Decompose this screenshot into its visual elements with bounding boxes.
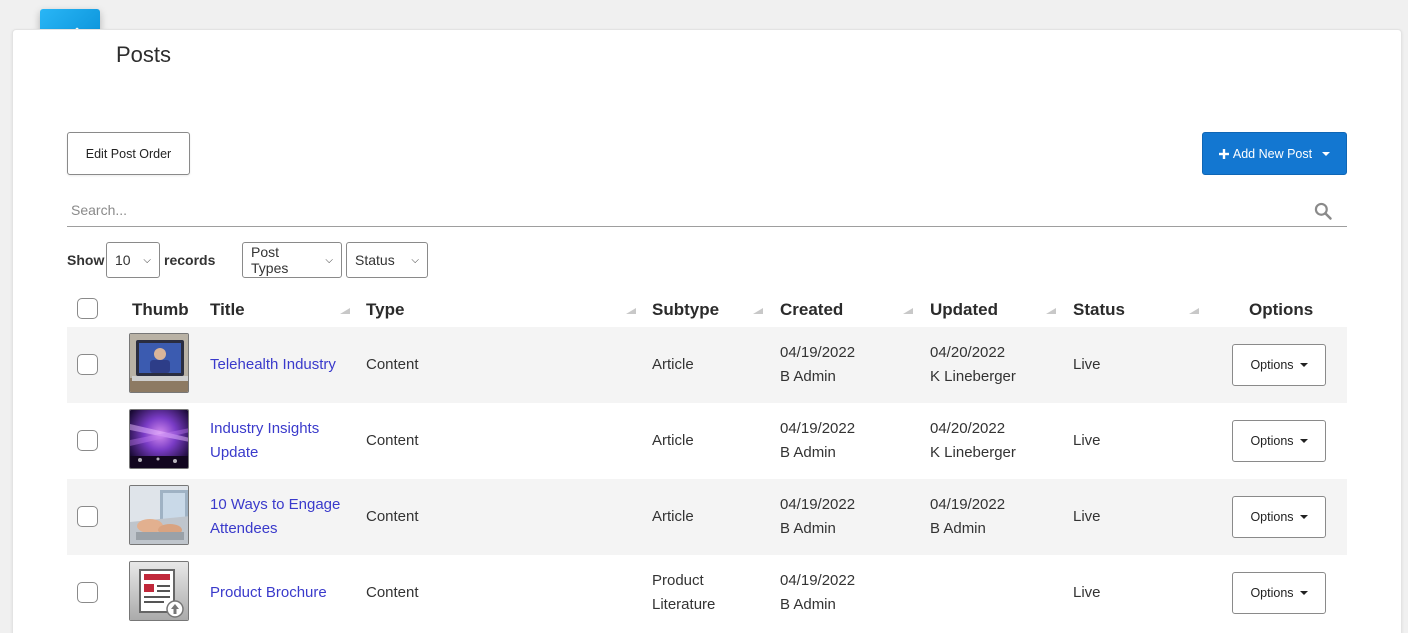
post-status: Live bbox=[1073, 508, 1101, 525]
sort-icon[interactable] bbox=[1046, 308, 1056, 314]
post-type: Content bbox=[366, 432, 419, 449]
post-status: Live bbox=[1073, 584, 1101, 601]
chevron-down-icon bbox=[1299, 515, 1308, 519]
chevron-down-icon bbox=[1299, 439, 1308, 443]
updated-date: 04/20/2022 bbox=[930, 344, 1006, 361]
table-row: Industry Insights Update Content Article… bbox=[67, 403, 1347, 479]
post-type: Content bbox=[366, 508, 419, 525]
records-per-page-select[interactable]: 10 ⌵ bbox=[106, 242, 160, 278]
post-subtype: Article bbox=[652, 356, 694, 373]
created-by: B Admin bbox=[780, 520, 836, 537]
header-thumb: Thumb bbox=[132, 300, 189, 319]
post-title-link[interactable]: Telehealth Industry bbox=[210, 356, 336, 373]
add-new-post-button[interactable]: Add New Post bbox=[1202, 132, 1347, 175]
header-created[interactable]: Created bbox=[780, 300, 843, 320]
created-date: 04/19/2022 bbox=[780, 344, 856, 361]
chevron-down-icon: ⌵ bbox=[143, 254, 151, 266]
row-checkbox[interactable] bbox=[77, 354, 98, 375]
header-options: Options bbox=[1249, 300, 1314, 319]
sort-icon[interactable] bbox=[340, 308, 350, 314]
options-label: Options bbox=[1250, 586, 1294, 600]
add-new-post-label: Add New Post bbox=[1232, 146, 1313, 161]
header-type[interactable]: Type bbox=[366, 300, 404, 320]
page-title: Posts bbox=[116, 42, 172, 67]
post-title-link-cont[interactable]: Attendees bbox=[210, 517, 340, 541]
plus-icon bbox=[1218, 148, 1229, 159]
records-per-page-value: 10 bbox=[115, 252, 131, 268]
post-status: Live bbox=[1073, 432, 1101, 449]
updated-date: 04/19/2022 bbox=[930, 496, 1006, 513]
header-title[interactable]: Title bbox=[210, 300, 245, 320]
document-upload-icon bbox=[130, 562, 188, 620]
sort-icon[interactable] bbox=[626, 308, 636, 314]
laptop-video-call-thumbnail[interactable] bbox=[129, 333, 189, 393]
options-label: Options bbox=[1250, 434, 1294, 448]
created-by: B Admin bbox=[780, 596, 836, 613]
posts-table: Thumb Title Type Subtype Created Updated… bbox=[67, 290, 1347, 631]
created-date: 04/19/2022 bbox=[780, 496, 856, 513]
post-title-link[interactable]: Industry Insights bbox=[210, 417, 319, 441]
sort-icon[interactable] bbox=[1189, 308, 1199, 314]
post-types-value: Post Types bbox=[251, 244, 289, 276]
row-options-button[interactable]: Options bbox=[1232, 572, 1326, 614]
chevron-down-icon bbox=[1299, 591, 1308, 595]
row-options-button[interactable]: Options bbox=[1232, 420, 1326, 462]
row-checkbox[interactable] bbox=[77, 506, 98, 527]
updated-date: 04/20/2022 bbox=[930, 420, 1006, 437]
updated-by: K Lineberger bbox=[930, 368, 1016, 385]
table-row: Product Brochure Content Product Literat… bbox=[67, 555, 1347, 631]
options-label: Options bbox=[1250, 510, 1294, 524]
search-input[interactable] bbox=[67, 194, 1347, 226]
table-row: 10 Ways to Engage Attendees Content Arti… bbox=[67, 479, 1347, 555]
records-label: records bbox=[164, 252, 216, 268]
created-date: 04/19/2022 bbox=[780, 572, 856, 589]
sort-icon[interactable] bbox=[903, 308, 913, 314]
row-options-button[interactable]: Options bbox=[1232, 344, 1326, 386]
post-type: Content bbox=[366, 356, 419, 373]
chevron-down-icon bbox=[1299, 363, 1308, 367]
status-select[interactable]: Status ⌵ bbox=[346, 242, 428, 278]
created-by: B Admin bbox=[780, 368, 836, 385]
post-subtype: Article bbox=[652, 508, 694, 525]
post-type: Content bbox=[366, 584, 419, 601]
header-subtype[interactable]: Subtype bbox=[652, 300, 719, 320]
post-title-link-cont[interactable]: Update bbox=[210, 441, 319, 465]
post-subtype: Product bbox=[652, 572, 704, 589]
header-updated[interactable]: Updated bbox=[930, 300, 998, 320]
show-label: Show bbox=[67, 252, 105, 268]
search-bar bbox=[67, 194, 1347, 227]
created-date: 04/19/2022 bbox=[780, 420, 856, 437]
created-by: B Admin bbox=[780, 444, 836, 461]
post-title-link[interactable]: 10 Ways to Engage bbox=[210, 493, 340, 517]
post-subtype: Article bbox=[652, 432, 694, 449]
document-upload-thumbnail[interactable] bbox=[129, 561, 189, 621]
updated-by: K Lineberger bbox=[930, 444, 1016, 461]
hands-typing-thumbnail[interactable] bbox=[129, 485, 189, 545]
updated-by: B Admin bbox=[930, 520, 986, 537]
header-status[interactable]: Status bbox=[1073, 300, 1125, 320]
post-types-select[interactable]: Post Types ⌵ bbox=[242, 242, 342, 278]
table-header: Thumb Title Type Subtype Created Updated… bbox=[67, 290, 1347, 327]
status-filter-value: Status bbox=[355, 252, 395, 268]
chevron-down-icon: ⌵ bbox=[411, 254, 419, 266]
table-row: Telehealth Industry Content Article 04/1… bbox=[67, 327, 1347, 403]
post-status: Live bbox=[1073, 356, 1101, 373]
row-checkbox[interactable] bbox=[77, 430, 98, 451]
row-options-button[interactable]: Options bbox=[1232, 496, 1326, 538]
chevron-down-icon bbox=[1322, 151, 1331, 156]
chevron-down-icon: ⌵ bbox=[325, 254, 333, 266]
options-label: Options bbox=[1250, 358, 1294, 372]
edit-post-order-button[interactable]: Edit Post Order bbox=[67, 132, 190, 175]
row-checkbox[interactable] bbox=[77, 582, 98, 603]
sort-icon[interactable] bbox=[753, 308, 763, 314]
post-subtype-cont: Literature bbox=[652, 596, 716, 613]
search-icon[interactable] bbox=[1313, 201, 1333, 221]
post-title-link[interactable]: Product Brochure bbox=[210, 584, 327, 601]
select-all-checkbox[interactable] bbox=[77, 298, 98, 319]
concert-lights-thumbnail[interactable] bbox=[129, 409, 189, 469]
